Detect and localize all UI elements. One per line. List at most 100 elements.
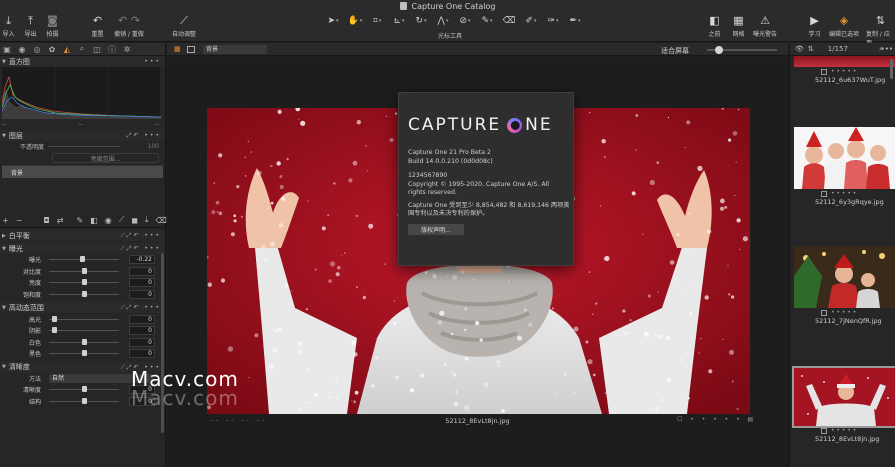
lens-tab-icon[interactable]: ◎ xyxy=(32,45,42,54)
slider-knob[interactable] xyxy=(81,397,87,404)
opacity-slider[interactable] xyxy=(48,146,120,147)
crop-cursor-tool[interactable]: ⌗ ▾ xyxy=(369,15,385,26)
exposure-tab-icon[interactable]: ◭ xyxy=(62,45,72,54)
thumbnail-4[interactable]: • • • • • 52112_8EvLt8jn.jpg xyxy=(792,366,895,445)
remove-layer-icon[interactable]: − xyxy=(16,216,23,225)
thumbnail-2[interactable]: • • • • • 52112_6y3gRqye.jpg xyxy=(794,127,895,208)
thumbnail-1[interactable]: • • • • • 52112_6u637WuT.jpg xyxy=(794,56,895,86)
mask-icon[interactable]: ◘ xyxy=(43,216,49,225)
slider-value-field[interactable]: 0 xyxy=(129,266,155,276)
exposure-header[interactable]: ▼ 曝光 ⟋⤢↶ ••• xyxy=(0,243,165,254)
hdr-header[interactable]: ▼ 高动态范围 ⟋⤢↶ ••• xyxy=(0,302,165,314)
white-balance-header[interactable]: ▶ 白平衡 ⟋⤢↶ ••• xyxy=(0,230,165,241)
reset-button[interactable]: ↶ 重置 xyxy=(91,14,104,38)
before-button[interactable]: ◧ 之前 xyxy=(708,14,721,38)
opacity-value[interactable]: 100 xyxy=(135,143,159,150)
edit-selected-button[interactable]: ◈ 编辑已选项 xyxy=(829,14,859,38)
straighten-cursor-tool[interactable]: ⊾ ▾ xyxy=(391,15,407,26)
slider-knob[interactable] xyxy=(81,350,87,357)
slider-value-field[interactable]: 0 xyxy=(129,349,155,359)
section-actions[interactable]: ⟋⤢↶ ••• xyxy=(120,245,161,253)
slider-knob[interactable] xyxy=(81,267,87,274)
slider-track[interactable] xyxy=(49,256,119,263)
zoom-slider-knob[interactable] xyxy=(715,46,723,54)
rotate-cursor-tool[interactable]: ↻ ▾ xyxy=(413,15,429,26)
slider-knob[interactable] xyxy=(81,279,87,286)
slider-value-field[interactable]: -0.22 xyxy=(129,255,155,265)
heal-cursor-tool[interactable]: ✑ ▾ xyxy=(545,15,561,26)
eye-icon[interactable]: 👁 xyxy=(795,45,804,53)
fit-to-screen-label[interactable]: 适合屏幕 xyxy=(661,46,689,56)
select-cursor-tool[interactable]: ➤ ▾ xyxy=(325,15,341,26)
search-tab-icon[interactable]: ⌕ xyxy=(77,44,87,54)
slider-track[interactable] xyxy=(49,267,119,274)
download-icon[interactable]: ⤓ xyxy=(145,215,149,225)
select-checkbox[interactable] xyxy=(821,427,827,434)
exposure-warning-button[interactable]: ⚠ 曝光警告 xyxy=(753,14,777,38)
copyright-notice-button[interactable]: 版权声明... xyxy=(408,223,464,235)
brush-icon[interactable]: ✎ xyxy=(76,216,83,225)
slider-value-field[interactable]: 0 xyxy=(129,326,155,336)
slider-knob[interactable] xyxy=(81,386,87,393)
rating-stars[interactable]: • • • • • xyxy=(831,68,856,75)
slider-knob[interactable] xyxy=(81,338,87,345)
layer-item-background[interactable]: 背景 xyxy=(2,166,163,178)
learn-button[interactable]: ▶ 学习 xyxy=(808,14,821,38)
slider-track[interactable] xyxy=(49,291,119,298)
slider-track[interactable] xyxy=(49,327,119,334)
settings-tab-icon[interactable]: ✲ xyxy=(122,45,132,54)
section-actions[interactable]: ••• xyxy=(144,58,161,65)
erase-cursor-tool[interactable]: ⌫ xyxy=(501,15,517,26)
annotate-cursor-tool[interactable]: ✒ ▾ xyxy=(567,15,583,26)
slider-knob[interactable] xyxy=(81,291,87,298)
eraser-icon[interactable]: ⌫ xyxy=(155,216,166,225)
gradient-cursor-tool[interactable]: ✐ ▾ xyxy=(523,15,539,26)
radial-icon[interactable]: ◉ xyxy=(105,216,112,225)
color-picker-cursor-tool[interactable]: ⊘ ▾ xyxy=(457,15,473,26)
slider-track[interactable] xyxy=(49,397,119,404)
info-tab-icon[interactable]: ⓘ xyxy=(107,44,117,55)
more-icon[interactable]: ••• xyxy=(881,45,893,53)
import-button[interactable]: ⤓ 导入 xyxy=(2,14,15,39)
slider-value-field[interactable]: 0 xyxy=(129,278,155,288)
viewer-rating-stars[interactable]: • • • • • xyxy=(690,416,742,423)
slider-track[interactable] xyxy=(49,315,119,322)
slider-value-field[interactable]: 0 xyxy=(129,290,155,300)
viewer-rating[interactable]: ☐ • • • • • ▤ xyxy=(677,416,756,423)
select-checkbox[interactable] xyxy=(821,190,827,197)
section-actions[interactable]: ⤢↶ ••• xyxy=(127,132,161,140)
thumbnail-3[interactable]: • • • • • 52112_7jNenQfR.jpg xyxy=(794,246,895,327)
export-button[interactable]: ⤒ 导出 xyxy=(24,14,37,39)
pan-cursor-tool[interactable]: ✋ ▾ xyxy=(347,15,363,26)
layers-header[interactable]: ▼ 图层 ⤢↶ ••• xyxy=(0,130,165,141)
select-checkbox[interactable] xyxy=(821,309,827,316)
library-tab-icon[interactable]: ▣ xyxy=(2,45,12,54)
rating-stars[interactable]: • • • • • xyxy=(831,190,856,197)
brightness-range-button[interactable]: 亮度范围... xyxy=(52,153,159,163)
slider-value-field[interactable]: 0 xyxy=(129,314,155,324)
sort-icon[interactable]: ⇅ xyxy=(808,45,814,53)
rating-stars[interactable]: • • • • • xyxy=(831,427,856,434)
multi-view-icon[interactable]: ▦ xyxy=(174,46,181,53)
brush-cursor-tool[interactable]: ✎ ▾ xyxy=(479,15,495,26)
slider-knob[interactable] xyxy=(52,327,58,334)
histogram-header[interactable]: ▼ 直方图 ••• xyxy=(0,56,165,67)
grid-button[interactable]: ▦ 网格 xyxy=(732,14,745,38)
undo-redo-button[interactable]: ↶ ↷ 撤销 / 重做 xyxy=(114,14,144,38)
capture-button[interactable]: ◙ 拍摄 xyxy=(46,14,59,38)
layer-select[interactable]: 背景 xyxy=(203,45,267,54)
rating-stars[interactable]: • • • • • xyxy=(831,309,856,316)
slider-value-field[interactable]: 0 xyxy=(129,337,155,347)
slider-track[interactable] xyxy=(49,350,119,357)
keystone-cursor-tool[interactable]: ⋀ ▾ xyxy=(435,15,451,26)
slider-track[interactable] xyxy=(49,279,119,286)
slider-track[interactable] xyxy=(49,386,119,393)
select-checkbox[interactable] xyxy=(821,68,827,75)
draw-icon[interactable]: ⟋ xyxy=(119,215,125,225)
browser-scrollbar[interactable] xyxy=(890,59,893,79)
auto-adjust-button[interactable]: ⟋ 自动调整 xyxy=(172,14,196,39)
color-tab-icon[interactable]: ✿ xyxy=(47,45,57,54)
section-actions[interactable]: ⟋⤢↶ ••• xyxy=(120,232,161,240)
add-layer-icon[interactable]: + xyxy=(2,216,9,225)
slider-knob[interactable] xyxy=(52,315,58,322)
